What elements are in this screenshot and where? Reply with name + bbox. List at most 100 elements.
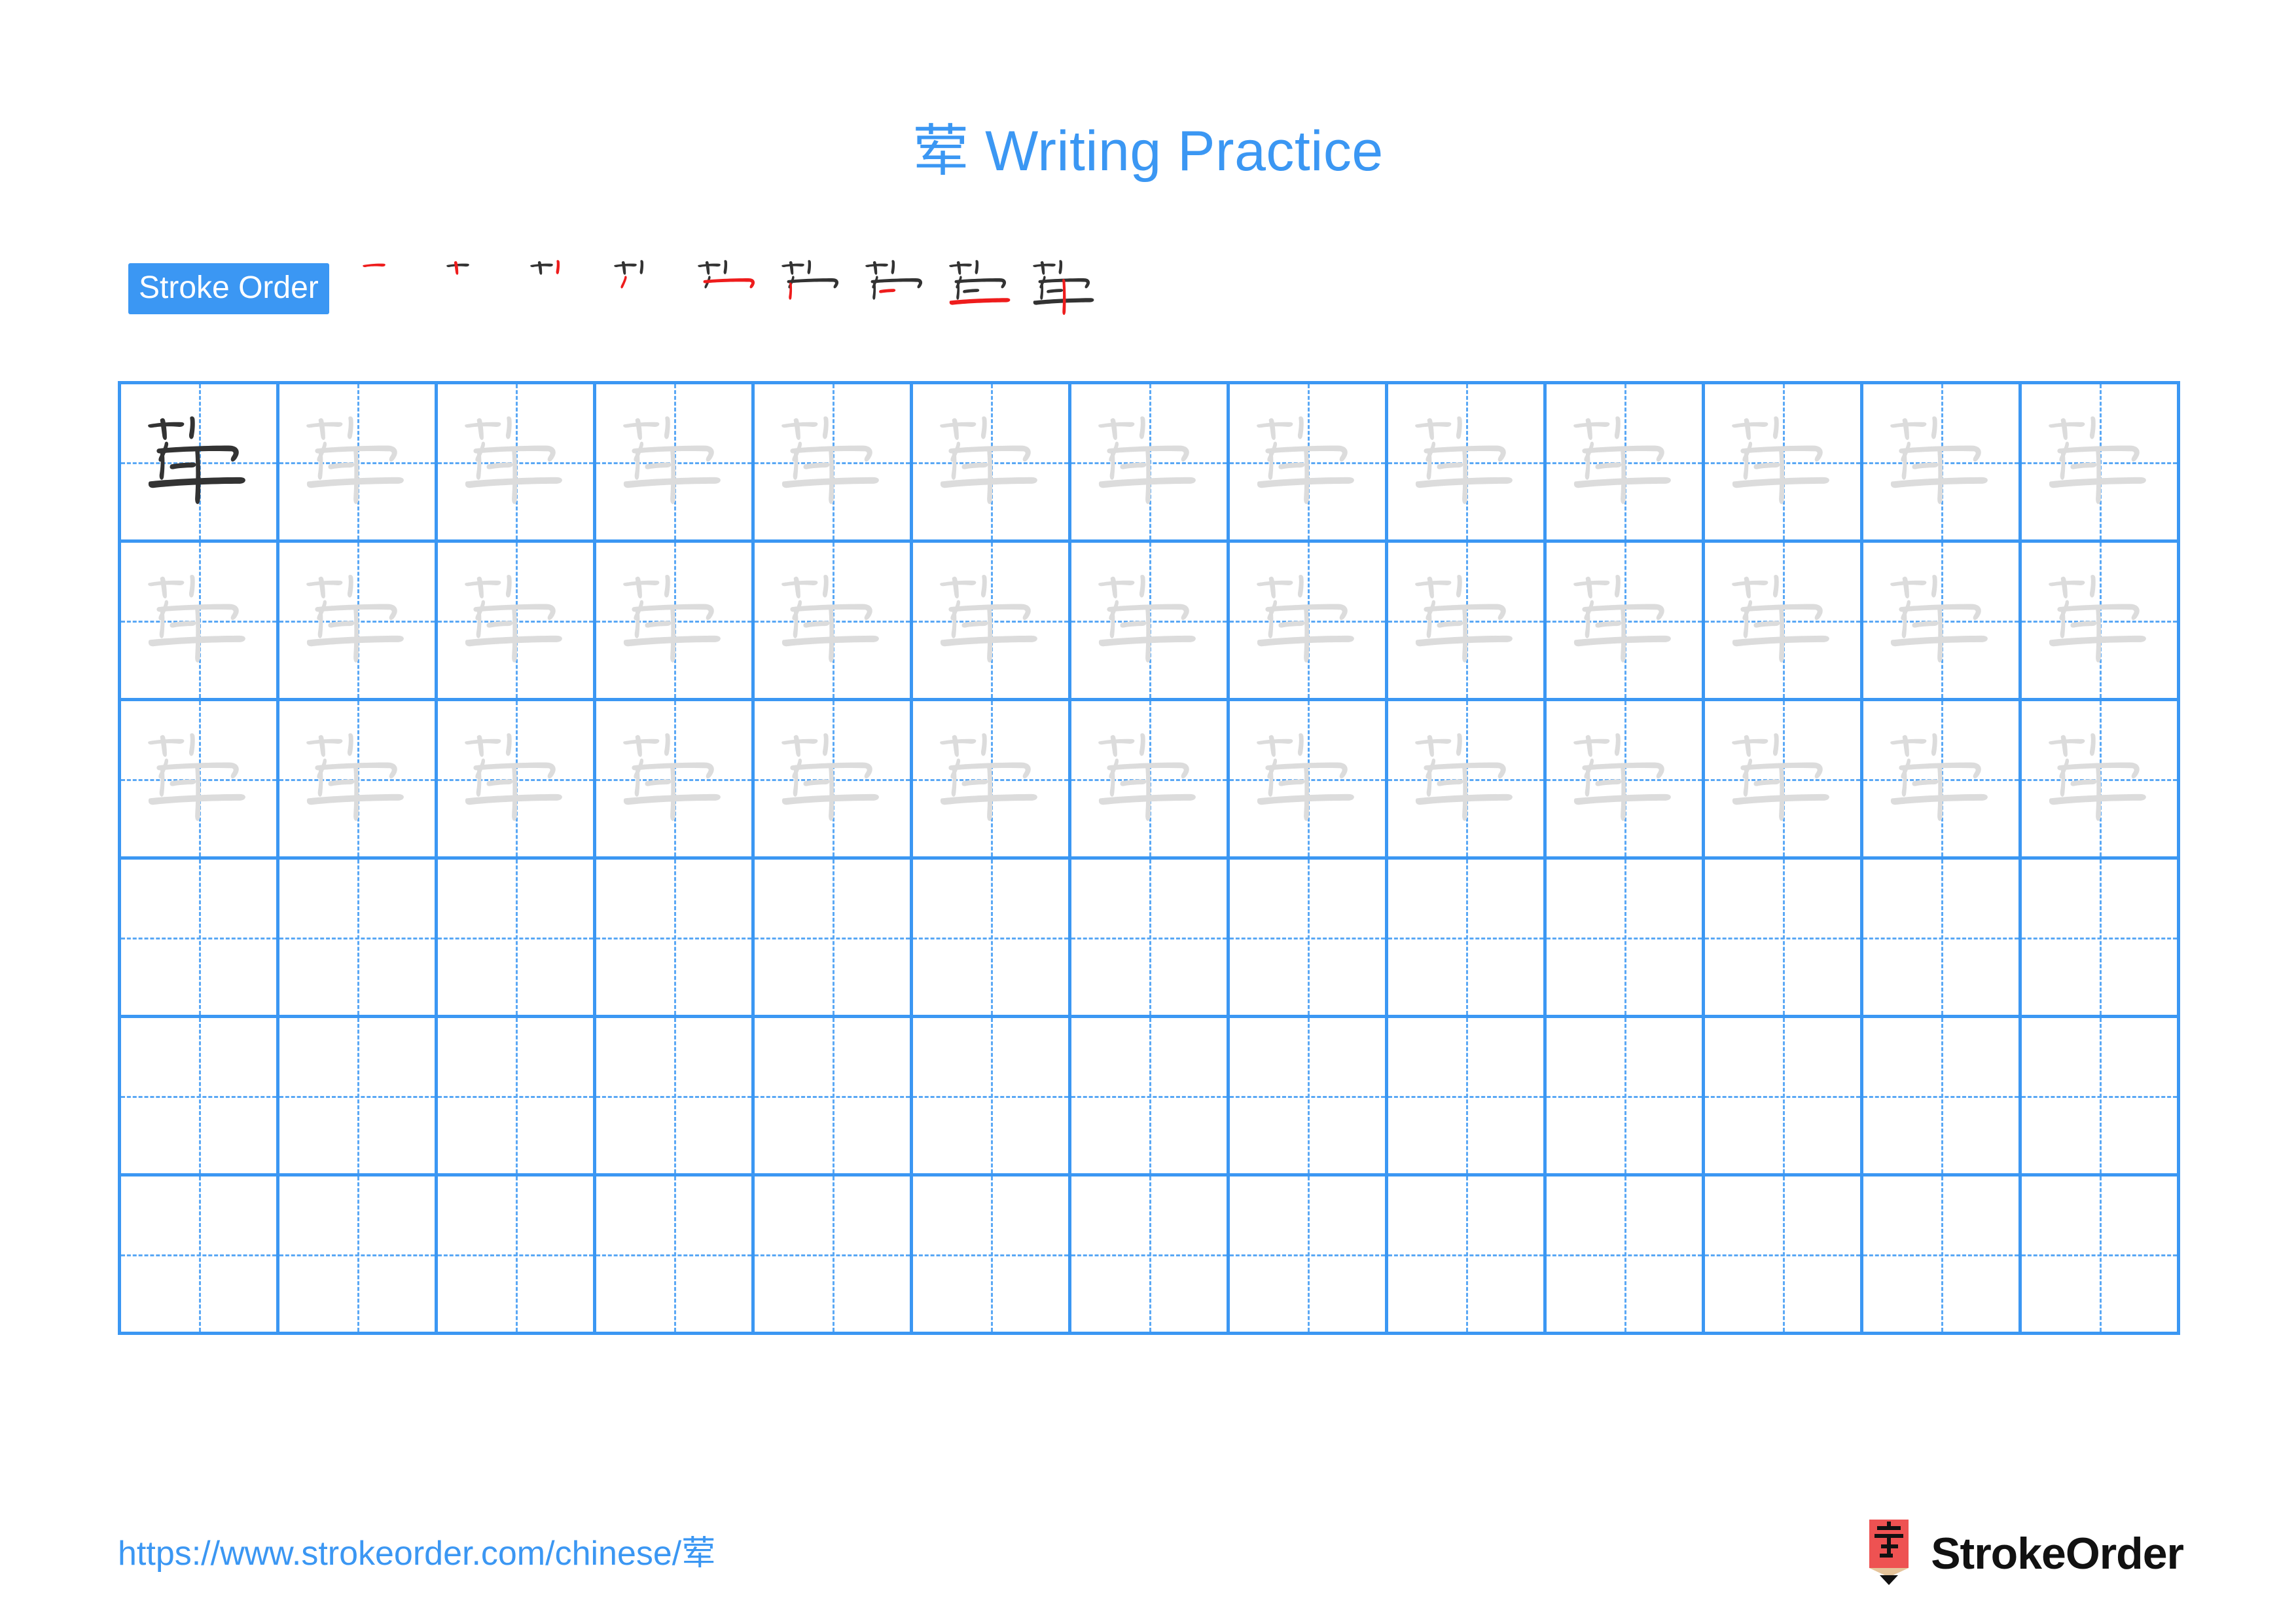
practice-cell-trace[interactable]: [438, 384, 596, 543]
practice-cell-blank[interactable]: [279, 1018, 438, 1176]
practice-cell-trace[interactable]: [596, 701, 755, 860]
practice-cell-blank[interactable]: [2022, 1176, 2180, 1335]
source-url-link[interactable]: https://www.strokeorder.com/chinese/荤: [118, 1525, 715, 1575]
practice-cell-trace[interactable]: [438, 701, 596, 860]
practice-cell-model[interactable]: [121, 384, 279, 543]
practice-cell-trace[interactable]: [279, 701, 438, 860]
practice-cell-trace[interactable]: [596, 384, 755, 543]
page-title: 荤 Writing Practice: [0, 105, 2296, 187]
practice-cell-blank[interactable]: [1071, 1018, 1230, 1176]
practice-cell-blank[interactable]: [755, 1018, 913, 1176]
practice-cell-trace[interactable]: [1863, 543, 2022, 701]
practice-cell-blank[interactable]: [1071, 1176, 1230, 1335]
practice-cell-blank[interactable]: [1388, 1018, 1547, 1176]
practice-cell-trace[interactable]: [1388, 384, 1547, 543]
practice-cell-blank[interactable]: [596, 1176, 755, 1335]
practice-cell-blank[interactable]: [279, 860, 438, 1018]
practice-cell-trace[interactable]: [913, 384, 1071, 543]
practice-cell-blank[interactable]: [1388, 1176, 1547, 1335]
practice-cell-blank[interactable]: [121, 1176, 279, 1335]
practice-cell-blank[interactable]: [755, 860, 913, 1018]
practice-cell-blank[interactable]: [913, 1176, 1071, 1335]
practice-cell-trace[interactable]: [1547, 384, 1705, 543]
trace-character: [1388, 384, 1543, 539]
trace-character: [438, 701, 593, 856]
practice-cell-trace[interactable]: [913, 701, 1071, 860]
practice-cell-blank[interactable]: [1230, 860, 1388, 1018]
stroke-step-1: [354, 248, 435, 329]
practice-cell-blank[interactable]: [1547, 860, 1705, 1018]
practice-cell-trace[interactable]: [1230, 543, 1388, 701]
practice-cell-trace[interactable]: [1705, 701, 1863, 860]
practice-cell-trace[interactable]: [2022, 701, 2180, 860]
trace-character: [596, 384, 751, 539]
trace-character: [2022, 384, 2177, 539]
trace-character: [1863, 701, 2018, 856]
practice-cell-trace[interactable]: [1071, 384, 1230, 543]
practice-cell-trace[interactable]: [1863, 384, 2022, 543]
trace-character: [1230, 543, 1385, 698]
practice-cell-trace[interactable]: [2022, 543, 2180, 701]
practice-cell-trace[interactable]: [1071, 701, 1230, 860]
practice-cell-trace[interactable]: [1230, 384, 1388, 543]
practice-cell-blank[interactable]: [1388, 860, 1547, 1018]
practice-cell-blank[interactable]: [438, 1176, 596, 1335]
practice-cell-blank[interactable]: [121, 1018, 279, 1176]
stroke-order-steps: [354, 248, 1108, 329]
practice-cell-blank[interactable]: [2022, 1018, 2180, 1176]
trace-character: [1863, 543, 2018, 698]
trace-character: [121, 701, 276, 856]
practice-cell-blank[interactable]: [1547, 1018, 1705, 1176]
practice-cell-trace[interactable]: [1547, 701, 1705, 860]
practice-cell-trace[interactable]: [2022, 384, 2180, 543]
practice-cell-trace[interactable]: [755, 701, 913, 860]
practice-cell-blank[interactable]: [1071, 860, 1230, 1018]
practice-cell-trace[interactable]: [913, 543, 1071, 701]
brand-logo: StrokeOrder: [1865, 1518, 2184, 1590]
practice-cell-trace[interactable]: [1547, 543, 1705, 701]
practice-cell-trace[interactable]: [1705, 543, 1863, 701]
practice-cell-trace[interactable]: [1388, 543, 1547, 701]
practice-cell-trace[interactable]: [279, 543, 438, 701]
practice-cell-blank[interactable]: [438, 1018, 596, 1176]
practice-cell-trace[interactable]: [596, 543, 755, 701]
practice-cell-blank[interactable]: [1230, 1176, 1388, 1335]
practice-cell-blank[interactable]: [1705, 1018, 1863, 1176]
trace-character: [755, 384, 910, 539]
trace-character: [1863, 384, 2018, 539]
practice-cell-trace[interactable]: [438, 543, 596, 701]
practice-cell-blank[interactable]: [1863, 1018, 2022, 1176]
trace-character: [2022, 543, 2177, 698]
practice-cell-trace[interactable]: [1705, 384, 1863, 543]
practice-cell-blank[interactable]: [1863, 1176, 2022, 1335]
practice-cell-trace[interactable]: [1071, 543, 1230, 701]
practice-cell-blank[interactable]: [1547, 1176, 1705, 1335]
practice-cell-blank[interactable]: [913, 1018, 1071, 1176]
practice-cell-trace[interactable]: [1863, 701, 2022, 860]
trace-character: [913, 543, 1068, 698]
practice-cell-trace[interactable]: [121, 701, 279, 860]
practice-cell-blank[interactable]: [1705, 860, 1863, 1018]
practice-cell-trace[interactable]: [279, 384, 438, 543]
practice-cell-trace[interactable]: [755, 384, 913, 543]
practice-cell-blank[interactable]: [1863, 860, 2022, 1018]
practice-cell-blank[interactable]: [596, 1018, 755, 1176]
practice-cell-trace[interactable]: [1388, 701, 1547, 860]
practice-grid-row: [121, 543, 2180, 701]
practice-cell-blank[interactable]: [1705, 1176, 1863, 1335]
practice-cell-blank[interactable]: [279, 1176, 438, 1335]
practice-cell-blank[interactable]: [755, 1176, 913, 1335]
practice-cell-blank[interactable]: [438, 860, 596, 1018]
practice-cell-blank[interactable]: [2022, 860, 2180, 1018]
practice-cell-blank[interactable]: [121, 860, 279, 1018]
brand-name: StrokeOrder: [1931, 1529, 2184, 1578]
trace-character: [1388, 701, 1543, 856]
practice-cell-blank[interactable]: [913, 860, 1071, 1018]
stroke-step-2: [438, 248, 519, 329]
practice-cell-blank[interactable]: [596, 860, 755, 1018]
trace-character: [1705, 384, 1860, 539]
practice-cell-trace[interactable]: [755, 543, 913, 701]
practice-cell-trace[interactable]: [1230, 701, 1388, 860]
practice-cell-trace[interactable]: [121, 543, 279, 701]
practice-cell-blank[interactable]: [1230, 1018, 1388, 1176]
